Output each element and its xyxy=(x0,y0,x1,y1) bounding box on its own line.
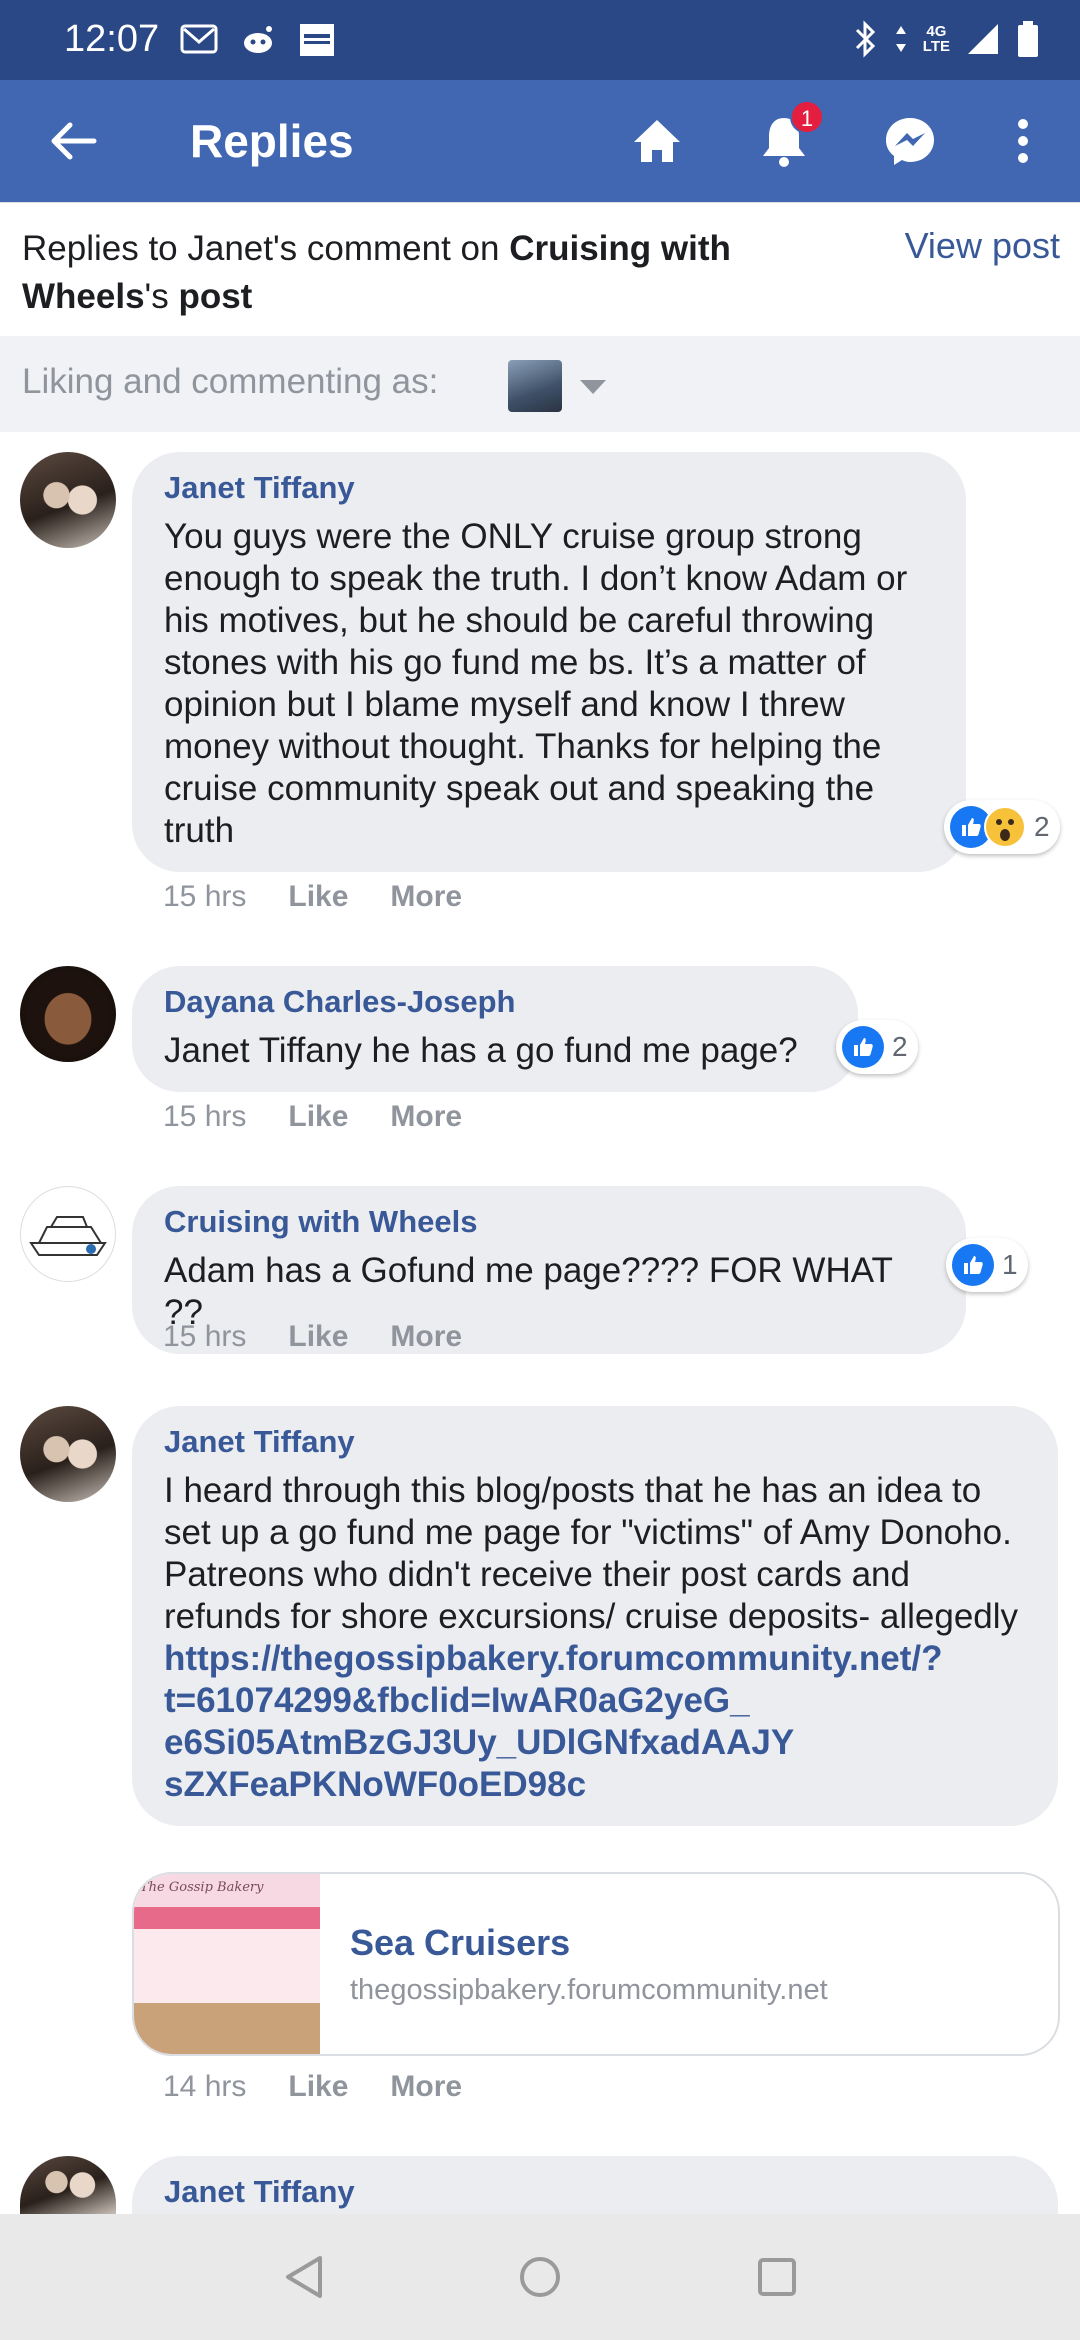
comment-link[interactable]: sZXFeaPKNoWF0oED98c xyxy=(164,1764,1026,1806)
avatar[interactable] xyxy=(20,966,116,1062)
commenting-as-label: Liking and commenting as: xyxy=(22,362,439,401)
reaction-count: 2 xyxy=(1034,811,1050,842)
reddit-icon xyxy=(244,26,272,53)
comment-author[interactable]: Dayana Charles-Joseph xyxy=(164,984,826,1020)
replies-context: Replies to Janet's comment on Cruising w… xyxy=(22,229,731,316)
page-title: Replies xyxy=(190,115,354,167)
avatar[interactable] xyxy=(508,360,562,412)
bluetooth-icon xyxy=(855,20,875,58)
comment-timestamp: 14 hrs xyxy=(163,2070,247,2103)
notification-badge: 1 xyxy=(790,100,824,134)
reactions-summary[interactable]: 2 xyxy=(836,1020,918,1074)
like-button[interactable]: Like xyxy=(288,2070,348,2104)
comment-timestamp: 15 hrs xyxy=(163,880,247,913)
more-button[interactable]: More xyxy=(390,880,462,914)
comment-link[interactable]: e6Si05AtmBzGJ3Uy_UDlGNfxadAAJY xyxy=(164,1722,1026,1764)
link-preview-domain: thegossipbakery.forumcommunity.net xyxy=(350,1974,828,2006)
link-preview-title[interactable]: Sea Cruisers xyxy=(350,1922,570,1964)
like-reaction-icon xyxy=(952,1244,994,1286)
avatar[interactable] xyxy=(20,1406,116,1502)
view-post-link[interactable]: View post xyxy=(905,225,1060,267)
messenger-icon[interactable] xyxy=(879,110,941,172)
home-circle-icon[interactable] xyxy=(518,2255,562,2299)
comment-actions: 15 hrs Like More xyxy=(163,880,462,914)
reaction-count: 2 xyxy=(892,1031,908,1062)
reactions-summary[interactable]: 1 xyxy=(946,1238,1028,1292)
recents-square-icon[interactable] xyxy=(756,2256,798,2298)
comment-link[interactable]: t=61074299&fbclid=IwAR0aG2yeG_ xyxy=(164,1680,1026,1722)
comment-author[interactable]: Janet Tiffany xyxy=(164,2174,1026,2210)
commenting-as-bar: Liking and commenting as: xyxy=(0,336,1080,432)
comment-link[interactable]: https://thegossipbakery.forumcommunity.n… xyxy=(164,1638,1026,1680)
comment-author[interactable]: Janet Tiffany xyxy=(164,470,934,506)
overflow-menu-icon[interactable] xyxy=(992,110,1054,172)
avatar[interactable] xyxy=(20,2156,116,2214)
battery-icon xyxy=(1018,21,1038,57)
replies-header: Replies to Janet's comment on Cruising w… xyxy=(0,202,1080,336)
like-reaction-icon xyxy=(842,1026,884,1068)
app-bar: Replies xyxy=(0,80,1080,202)
system-navigation-bar xyxy=(0,2214,1080,2340)
comment-bubble: Janet Tiffany I heard through this blog/… xyxy=(132,1406,1058,1826)
comment-author[interactable]: Cruising with Wheels xyxy=(164,1204,934,1240)
preview-image-caption: The Gossip Bakery xyxy=(140,1880,264,1895)
back-arrow-icon[interactable] xyxy=(48,116,98,166)
comment-actions: 14 hrs Like More xyxy=(163,2070,462,2104)
comment-text: You guys were the ONLY cruise group stro… xyxy=(164,517,908,850)
comment-bubble: Dayana Charles-Joseph Janet Tiffany he h… xyxy=(132,966,858,1092)
tmobile-tuesdays-icon xyxy=(300,24,334,56)
comment-bubble: Janet Tiffany xyxy=(132,2156,1058,2214)
cruise-ship-logo-icon xyxy=(29,1216,107,1256)
gmail-icon xyxy=(180,24,218,54)
more-button[interactable]: More xyxy=(390,1100,462,1134)
more-button[interactable]: More xyxy=(390,1320,462,1354)
signal-icon xyxy=(968,24,998,54)
network-type: 4G xyxy=(926,23,947,40)
back-triangle-icon[interactable] xyxy=(282,2254,326,2300)
link-preview-image: The Gossip Bakery xyxy=(134,1874,320,2054)
avatar[interactable] xyxy=(20,452,116,548)
status-bar: 12:07 4G LTE xyxy=(0,0,1080,80)
avatar[interactable] xyxy=(20,1186,116,1282)
data-arrows-icon xyxy=(895,26,906,52)
comment-timestamp: 15 hrs xyxy=(163,1320,247,1353)
like-button[interactable]: Like xyxy=(288,1320,348,1354)
comment-actions: 15 hrs Like More xyxy=(163,1320,462,1354)
status-time: 12:07 xyxy=(64,18,160,60)
comment-actions: 15 hrs Like More xyxy=(163,1100,462,1134)
post-link[interactable]: post xyxy=(178,277,252,316)
caret-down-icon[interactable] xyxy=(580,380,606,394)
wow-reaction-icon xyxy=(984,806,1026,848)
comment-bubble: Janet Tiffany You guys were the ONLY cru… xyxy=(132,452,966,872)
reactions-summary[interactable]: 2 xyxy=(944,800,1060,854)
comment-timestamp: 15 hrs xyxy=(163,1100,247,1133)
network-subtype: LTE xyxy=(922,38,950,55)
home-icon[interactable] xyxy=(626,110,688,172)
reaction-count: 1 xyxy=(1002,1249,1018,1280)
comment-author[interactable]: Janet Tiffany xyxy=(164,1424,1026,1460)
link-preview-card[interactable]: The Gossip Bakery Sea Cruisers thegossip… xyxy=(132,1872,1060,2056)
like-button[interactable]: Like xyxy=(288,880,348,914)
comment-text: I heard through this blog/posts that he … xyxy=(164,1471,1019,1636)
like-button[interactable]: Like xyxy=(288,1100,348,1134)
comment-text: Janet Tiffany he has a go fund me page? xyxy=(164,1031,798,1070)
more-button[interactable]: More xyxy=(390,2070,462,2104)
